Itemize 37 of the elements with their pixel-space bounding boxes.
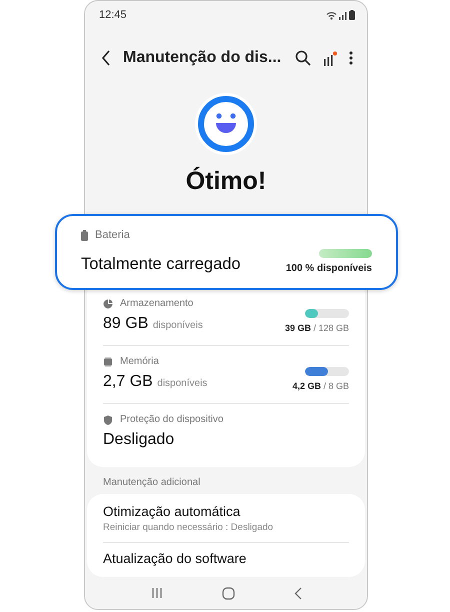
level-bar bbox=[319, 249, 372, 258]
page-title: Manutenção do dis... bbox=[123, 49, 282, 67]
recents-icon bbox=[150, 587, 162, 599]
usage-bar bbox=[305, 367, 349, 376]
item-label: Memória bbox=[120, 356, 159, 367]
signal-icon bbox=[339, 10, 347, 20]
status-title: Ótimo! bbox=[184, 166, 268, 196]
item-label: Proteção do dispositivo bbox=[120, 414, 224, 425]
item-title[interactable]: Otimização automática bbox=[103, 504, 349, 519]
section-title: Manutenção adicional bbox=[102, 476, 202, 490]
smiley-icon bbox=[194, 92, 258, 156]
status-time: 12:45 bbox=[99, 9, 127, 21]
shield-icon bbox=[103, 414, 113, 424]
pie-icon bbox=[103, 298, 113, 308]
item-reading: 39 GB / 128 GB bbox=[284, 323, 349, 333]
wifi-icon bbox=[326, 10, 337, 20]
item-subtitle: Reiniciar quando necessário : Desligado bbox=[103, 522, 274, 533]
item-value: Desligado bbox=[103, 431, 174, 449]
battery-card[interactable]: Bateria Totalmente carregado 100 % disponíveis bbox=[55, 214, 398, 290]
item-label: Bateria bbox=[95, 229, 130, 241]
battery-icon bbox=[349, 10, 355, 20]
item-value: Totalmente carregado bbox=[81, 255, 241, 274]
back-icon bbox=[294, 586, 302, 600]
battery-icon bbox=[81, 230, 88, 240]
more-icon bbox=[349, 51, 353, 65]
item-value: 89 GB disponíveis bbox=[103, 315, 203, 333]
bar-chart-icon bbox=[323, 50, 337, 66]
item-reading: 100 % disponíveis bbox=[286, 263, 372, 274]
back-icon bbox=[101, 50, 111, 66]
item-reading: 4,2 GB / 8 GB bbox=[292, 381, 349, 391]
item-title[interactable]: Atualização do software bbox=[103, 551, 349, 566]
search-icon bbox=[295, 50, 311, 66]
chip-icon bbox=[103, 356, 113, 366]
item-label: Armazenamento bbox=[120, 298, 194, 309]
usage-bar bbox=[305, 309, 349, 318]
home-icon bbox=[222, 586, 234, 600]
item-value: 2,7 GB disponíveis bbox=[103, 373, 208, 391]
